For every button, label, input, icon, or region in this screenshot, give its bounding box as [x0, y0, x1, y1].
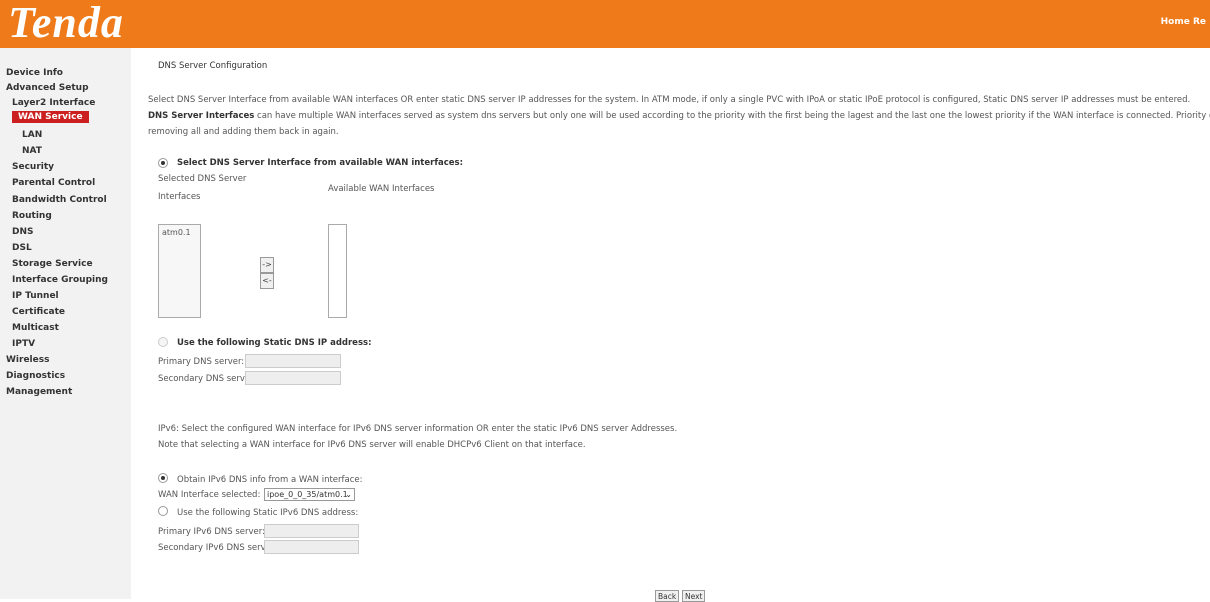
intro-bold-term: DNS Server Interfaces: [148, 111, 255, 121]
static-dns-radio[interactable]: [158, 337, 168, 347]
intro-paragraph-1: Select DNS Server Interface from availab…: [148, 95, 1191, 105]
available-wan-listbox[interactable]: [328, 224, 347, 318]
sidebar-item-nat[interactable]: NAT: [22, 146, 42, 156]
sidebar-item-routing[interactable]: Routing: [12, 211, 52, 221]
sidebar-item-lan[interactable]: LAN: [22, 130, 42, 140]
tenda-logo: Tenda: [8, 0, 124, 47]
sidebar-item-iptv[interactable]: IPTV: [12, 339, 35, 349]
selected-dns-label: Selected DNS Server: [158, 174, 247, 184]
sidebar-item-wan-service[interactable]: WAN Service: [12, 111, 89, 123]
ipv6-static-dns-label: Use the following Static IPv6 DNS addres…: [177, 508, 359, 518]
wan-interface-select[interactable]: ipoe_0_0_35/atm0.1 ⌄: [264, 488, 355, 501]
remove-interface-button[interactable]: <-: [260, 273, 274, 289]
secondary-ipv6-dns-label: Secondary IPv6 DNS server:: [158, 543, 278, 553]
primary-ipv6-dns-input[interactable]: [264, 524, 359, 538]
sidebar-item-multicast[interactable]: Multicast: [12, 323, 59, 333]
sidebar-item-advanced-setup[interactable]: Advanced Setup: [6, 83, 89, 93]
intro-paragraph-2-text: can have multiple WAN interfaces served …: [257, 111, 1210, 121]
sidebar-item-storage-service[interactable]: Storage Service: [12, 259, 93, 269]
sidebar-item-wireless[interactable]: Wireless: [6, 355, 49, 365]
secondary-ipv6-dns-input[interactable]: [264, 540, 359, 554]
sidebar-item-management[interactable]: Management: [6, 387, 72, 397]
sidebar-item-dns[interactable]: DNS: [12, 227, 34, 237]
wan-interface-select-value: ipoe_0_0_35/atm0.1: [267, 490, 348, 499]
ipv6-note-text: Note that selecting a WAN interface for …: [158, 440, 586, 450]
sidebar-item-layer2-interface[interactable]: Layer2 Interface: [12, 98, 95, 108]
intro-paragraph-2: DNS Server Interfaces can have multiple …: [148, 111, 1210, 121]
sidebar-item-security[interactable]: Security: [12, 162, 54, 172]
secondary-dns-input[interactable]: [245, 371, 341, 385]
primary-ipv6-dns-label: Primary IPv6 DNS server:: [158, 527, 265, 537]
wan-interface-selected-label: WAN Interface selected:: [158, 490, 261, 500]
ipv6-static-dns-radio[interactable]: [158, 506, 168, 516]
sidebar-item-interface-grouping[interactable]: Interface Grouping: [12, 275, 108, 285]
ipv6-wan-interface-radio[interactable]: [158, 473, 168, 483]
sidebar-item-bandwidth-control[interactable]: Bandwidth Control: [12, 195, 107, 205]
static-dns-label: Use the following Static DNS IP address:: [177, 338, 372, 348]
available-wan-label: Available WAN Interfaces: [328, 184, 435, 194]
intro-paragraph-3: removing all and adding them back in aga…: [148, 127, 339, 137]
selected-dns-listbox[interactable]: atm0.1: [158, 224, 201, 318]
sidebar: Device Info Advanced Setup Layer2 Interf…: [0, 48, 131, 599]
next-button[interactable]: Next: [682, 590, 706, 602]
home-link[interactable]: Home Re: [1161, 17, 1206, 27]
page-title: DNS Server Configuration: [158, 61, 268, 71]
chevron-down-icon: ⌄: [345, 490, 352, 499]
back-button[interactable]: Back: [655, 590, 680, 602]
dns-wan-interface-radio[interactable]: [158, 158, 168, 168]
selected-dns-label-line2: Interfaces: [158, 192, 201, 202]
sidebar-item-parental-control[interactable]: Parental Control: [12, 178, 95, 188]
selected-dns-option[interactable]: atm0.1: [162, 228, 191, 237]
ipv6-info-text: IPv6: Select the configured WAN interfac…: [158, 424, 678, 434]
primary-dns-input[interactable]: [245, 354, 341, 368]
ipv6-wan-interface-label: Obtain IPv6 DNS info from a WAN interfac…: [177, 475, 363, 485]
header-bar: Tenda Home Re: [0, 0, 1210, 48]
sidebar-item-dsl[interactable]: DSL: [12, 243, 32, 253]
primary-dns-label: Primary DNS server:: [158, 357, 245, 367]
secondary-dns-label: Secondary DNS server:: [158, 374, 257, 384]
sidebar-item-certificate[interactable]: Certificate: [12, 307, 65, 317]
dns-wan-interface-label: Select DNS Server Interface from availab…: [177, 158, 464, 168]
sidebar-item-diagnostics[interactable]: Diagnostics: [6, 371, 65, 381]
sidebar-item-device-info[interactable]: Device Info: [6, 68, 63, 78]
sidebar-item-ip-tunnel[interactable]: IP Tunnel: [12, 291, 59, 301]
add-interface-button[interactable]: ->: [260, 257, 274, 273]
